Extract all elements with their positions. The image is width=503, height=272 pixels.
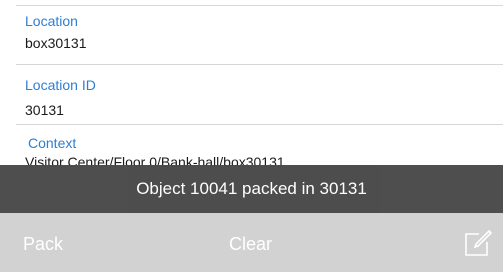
compose-icon[interactable] bbox=[462, 228, 494, 260]
location-label: Location bbox=[25, 13, 78, 29]
status-toast: Object 10041 packed in 30131 bbox=[0, 165, 503, 213]
location-id-label: Location ID bbox=[25, 77, 96, 93]
context-field[interactable]: Context Visitor Center/Floor 0/Bank-hall… bbox=[0, 125, 503, 170]
location-value: box30131 bbox=[25, 35, 87, 51]
pack-button[interactable]: Pack bbox=[23, 234, 63, 255]
context-label: Context bbox=[28, 135, 77, 151]
location-id-field[interactable]: Location ID 30131 bbox=[0, 65, 503, 125]
toast-message: Object 10041 packed in 30131 bbox=[136, 179, 367, 198]
bottom-toolbar: Pack Clear bbox=[0, 213, 503, 272]
screen: Location box30131 Location ID 30131 Cont… bbox=[0, 0, 503, 272]
clear-button[interactable]: Clear bbox=[229, 234, 272, 255]
location-field[interactable]: Location box30131 bbox=[0, 0, 503, 65]
location-id-value: 30131 bbox=[25, 102, 64, 118]
